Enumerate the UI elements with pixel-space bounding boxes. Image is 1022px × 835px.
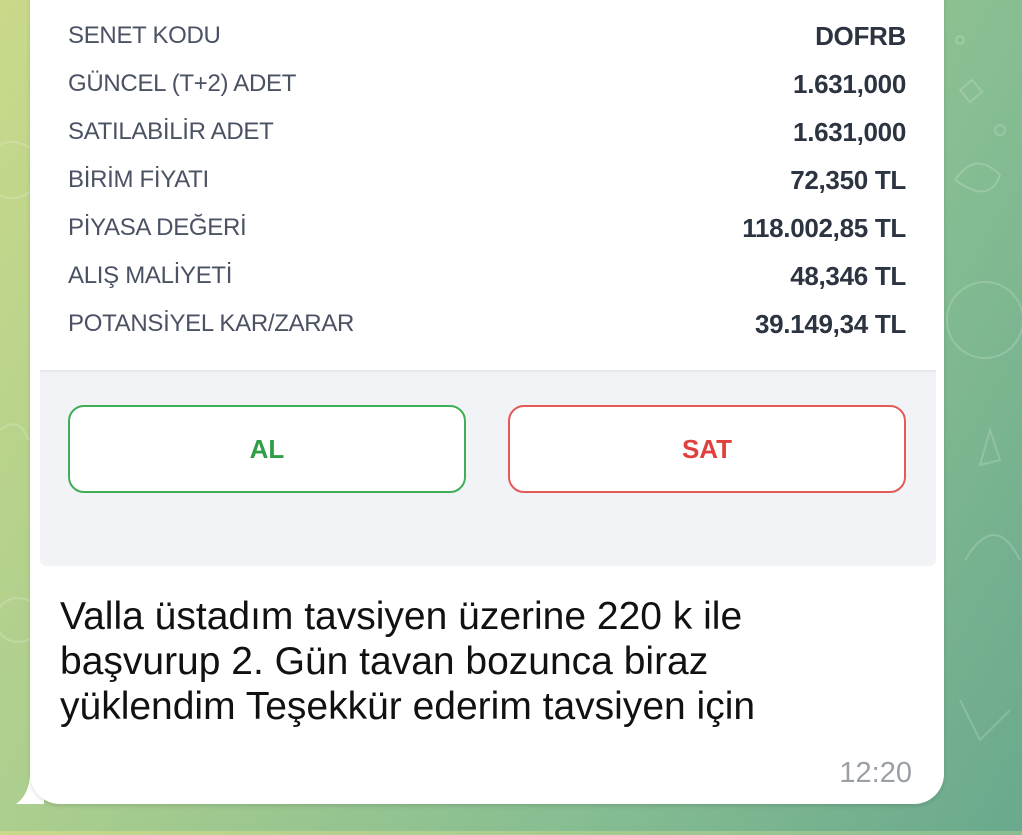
row-label: PİYASA DEĞERİ	[68, 214, 247, 241]
row-piyasa-degeri: PİYASA DEĞERİ 118.002,85 TL	[68, 208, 906, 248]
buy-button[interactable]: AL	[68, 405, 466, 493]
row-senet-kodu: SENET KODU DOFRB	[68, 16, 906, 56]
row-label: SATILABİLİR ADET	[68, 118, 274, 145]
position-details-table: SENET KODU DOFRB GÜNCEL (T+2) ADET 1.631…	[40, 0, 936, 370]
row-label: POTANSİYEL KAR/ZARAR	[68, 310, 355, 337]
row-label: ALIŞ MALİYETİ	[68, 262, 233, 289]
row-label: BİRİM FİYATI	[68, 166, 209, 193]
row-value: 39.149,34 TL	[754, 308, 906, 339]
row-value: 1.631,000	[793, 116, 906, 147]
row-label: SENET KODU	[68, 22, 221, 49]
row-satilabilir-adet: SATILABİLİR ADET 1.631,000	[68, 112, 906, 152]
message-time: 12:20	[839, 757, 912, 789]
portfolio-card: SENET KODU DOFRB GÜNCEL (T+2) ADET 1.631…	[40, 0, 936, 566]
row-label: GÜNCEL (T+2) ADET	[68, 70, 297, 97]
card-divider	[40, 370, 936, 372]
row-value: DOFRB	[815, 20, 906, 51]
row-alis-maliyeti: ALIŞ MALİYETİ 48,346 TL	[68, 256, 906, 296]
sell-button[interactable]: SAT	[508, 405, 906, 493]
row-birim-fiyati: BİRİM FİYATI 72,350 TL	[68, 160, 906, 200]
row-guncel-adet: GÜNCEL (T+2) ADET 1.631,000	[68, 64, 906, 104]
row-potansiyel-kar-zarar: POTANSİYEL KAR/ZARAR 39.149,34 TL	[68, 304, 906, 344]
row-value: 1.631,000	[793, 68, 906, 99]
row-value: 72,350 TL	[790, 164, 906, 195]
row-value: 118.002,85 TL	[742, 212, 906, 243]
row-value: 48,346 TL	[790, 260, 906, 291]
message-text: Valla üstadım tavsiyen üzerine 220 k ile…	[60, 595, 756, 728]
